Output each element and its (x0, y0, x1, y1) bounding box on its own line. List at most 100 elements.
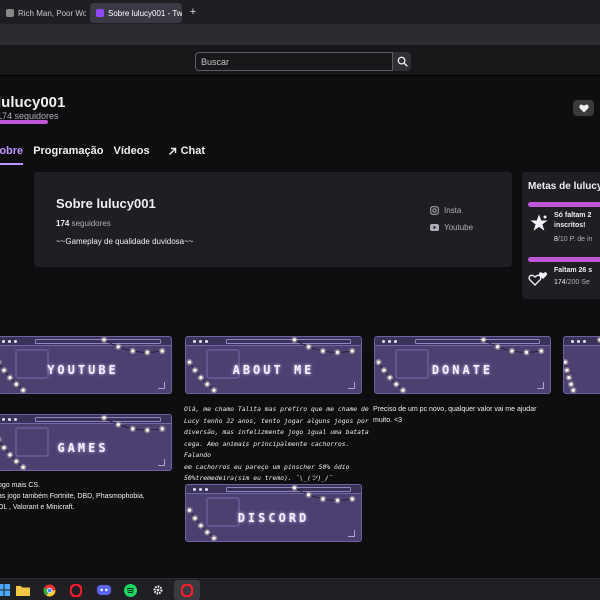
light-bulb (292, 338, 297, 342)
social-label: Youtube (444, 223, 474, 232)
tab-chat[interactable]: Chat (168, 143, 205, 165)
about-description: ~~Gameplay de qualidade duvidosa~~ (56, 237, 194, 246)
panel-label: YOUTUBE (47, 363, 119, 377)
tab-favicon (6, 9, 14, 17)
panel-label: DISCORD (237, 511, 310, 525)
tab-label: Sobre (0, 145, 24, 157)
social-link-youtube[interactable]: Youtube (430, 223, 473, 232)
donate-text: Preciso de um pc novo, qualquer valor va… (373, 404, 573, 426)
text-line: Lucy tenho 22 anos, tento jogar alguns j… (184, 416, 369, 425)
resize-grip-icon (348, 530, 355, 537)
goal-title-line2: inscritos! (554, 222, 586, 229)
browser-tab-twitch[interactable]: Sobre lulucy001 - Twitch (90, 3, 182, 23)
opera-icon[interactable] (68, 582, 84, 598)
panel-donate[interactable]: DONATE (374, 336, 551, 394)
tab-sobre[interactable]: Sobre (0, 143, 24, 165)
tab-label: Programação (33, 145, 104, 157)
browser-tab-rich-man[interactable]: Rich Man, Poor Woman | (0, 3, 86, 23)
light-bulb (160, 349, 164, 353)
light-bulb (510, 349, 514, 353)
resize-grip-icon (158, 382, 165, 389)
goal-item-subs[interactable]: Só faltam 2 inscritos! 8/10 P. de in (528, 202, 600, 243)
tab-label: Vídeos (113, 145, 150, 157)
followers-label: seguidores (71, 219, 111, 228)
follow-goal-progress-fill (0, 120, 48, 124)
settings-icon[interactable] (150, 582, 166, 598)
hearts-icon (528, 272, 548, 286)
goal-current: 174 (554, 279, 566, 286)
resize-grip-icon (537, 382, 544, 389)
search-input[interactable] (195, 52, 393, 71)
text-line: em cachorros eu pareço um pinscher 50% ó… (184, 462, 350, 471)
goal-item-followers[interactable]: Faltam 26 s 174/200 Se (528, 257, 600, 286)
goal-title: Só faltam 2 inscritos! (554, 211, 591, 231)
arrow-up-right-icon (168, 147, 176, 155)
followers-count: 174 (56, 219, 70, 228)
start-icon[interactable] (0, 582, 12, 598)
screen: Rich Man, Poor Woman | Sobre lulucy001 -… (0, 0, 600, 600)
opera-active-icon[interactable] (174, 580, 200, 600)
light-bulb (569, 382, 573, 386)
about-card: Sobre lulucy001 174 seguidores ~~Gamepla… (34, 172, 512, 267)
text-line: cega. Amo animais principalmente cachorr… (184, 439, 350, 460)
panel-label: GAMES (57, 441, 109, 455)
light-bulb (565, 368, 569, 372)
discord-icon[interactable] (96, 582, 112, 598)
tab-label: Sobre lulucy001 - Twitch (108, 8, 182, 18)
opera-logo-icon (181, 583, 193, 597)
search-button[interactable] (393, 52, 411, 71)
light-bulb (401, 388, 405, 392)
light-bulb (307, 345, 311, 349)
social-link-insta[interactable]: Insta (430, 206, 461, 215)
panel-about-me[interactable]: ABOUT ME (185, 336, 362, 394)
text-line: diversão, mas infelizmente jogo igual um… (184, 428, 369, 436)
panel-discord[interactable]: DISCORD (185, 484, 362, 542)
light-bulb (116, 345, 120, 349)
light-bulb (321, 497, 325, 501)
about-title: Sobre lulucy001 (56, 196, 156, 211)
panel-youtube[interactable]: YOUTUBE (0, 336, 172, 394)
panel-games[interactable]: GAMES (0, 414, 172, 471)
discord-logo-icon (97, 585, 111, 595)
youtube-icon (430, 224, 439, 231)
light-bulb (212, 536, 216, 540)
light-bulb (116, 423, 120, 427)
goal-rest: /10 P. de in (557, 236, 593, 243)
gear-icon (153, 585, 163, 595)
tab-programacao[interactable]: Programação (33, 143, 103, 165)
light-bulb (160, 427, 164, 431)
goals-panel: Metas de lulucy Só faltam 2 inscritos! 8/… (522, 172, 600, 299)
light-bulb (205, 382, 209, 386)
light-bulb (394, 382, 398, 386)
browser-tab-strip: Rich Man, Poor Woman | Sobre lulucy001 -… (0, 0, 600, 24)
heart-icon (578, 104, 589, 112)
resize-grip-icon (158, 459, 165, 466)
tab-label: Chat (180, 145, 206, 157)
text-line: 50%tremedeira(sim eu tremo). ¯\_(ツ)_/¯ (184, 474, 333, 482)
windows-icon (0, 584, 10, 596)
top-nav (0, 46, 600, 76)
light-bulb (102, 416, 106, 420)
search-box (195, 52, 411, 71)
twitch-favicon-icon (96, 9, 104, 17)
goal-rest: /200 Se (565, 279, 590, 286)
light-bulb (571, 388, 575, 392)
goal-title-line1: Só faltam 2 (554, 212, 592, 219)
spotify-icon[interactable] (122, 582, 138, 598)
chrome-icon[interactable] (41, 582, 57, 598)
goal-progress-text: 174/200 Se (554, 279, 590, 286)
panel-partial[interactable] (563, 336, 600, 394)
light-bulb (145, 350, 149, 354)
new-tab-button[interactable]: + (186, 5, 200, 19)
opera-logo-icon (70, 583, 82, 597)
folder-icon (16, 586, 30, 596)
goal-progress-text: 8/10 P. de in (554, 236, 592, 243)
file-explorer-icon[interactable] (15, 582, 31, 598)
light-bulb (205, 530, 209, 534)
follow-button[interactable] (573, 100, 594, 116)
light-bulb (102, 338, 106, 342)
channel-name: lulucy001 (0, 94, 66, 111)
light-bulb (145, 428, 149, 432)
tab-videos[interactable]: Vídeos (114, 143, 150, 165)
light-bulb (212, 388, 216, 392)
